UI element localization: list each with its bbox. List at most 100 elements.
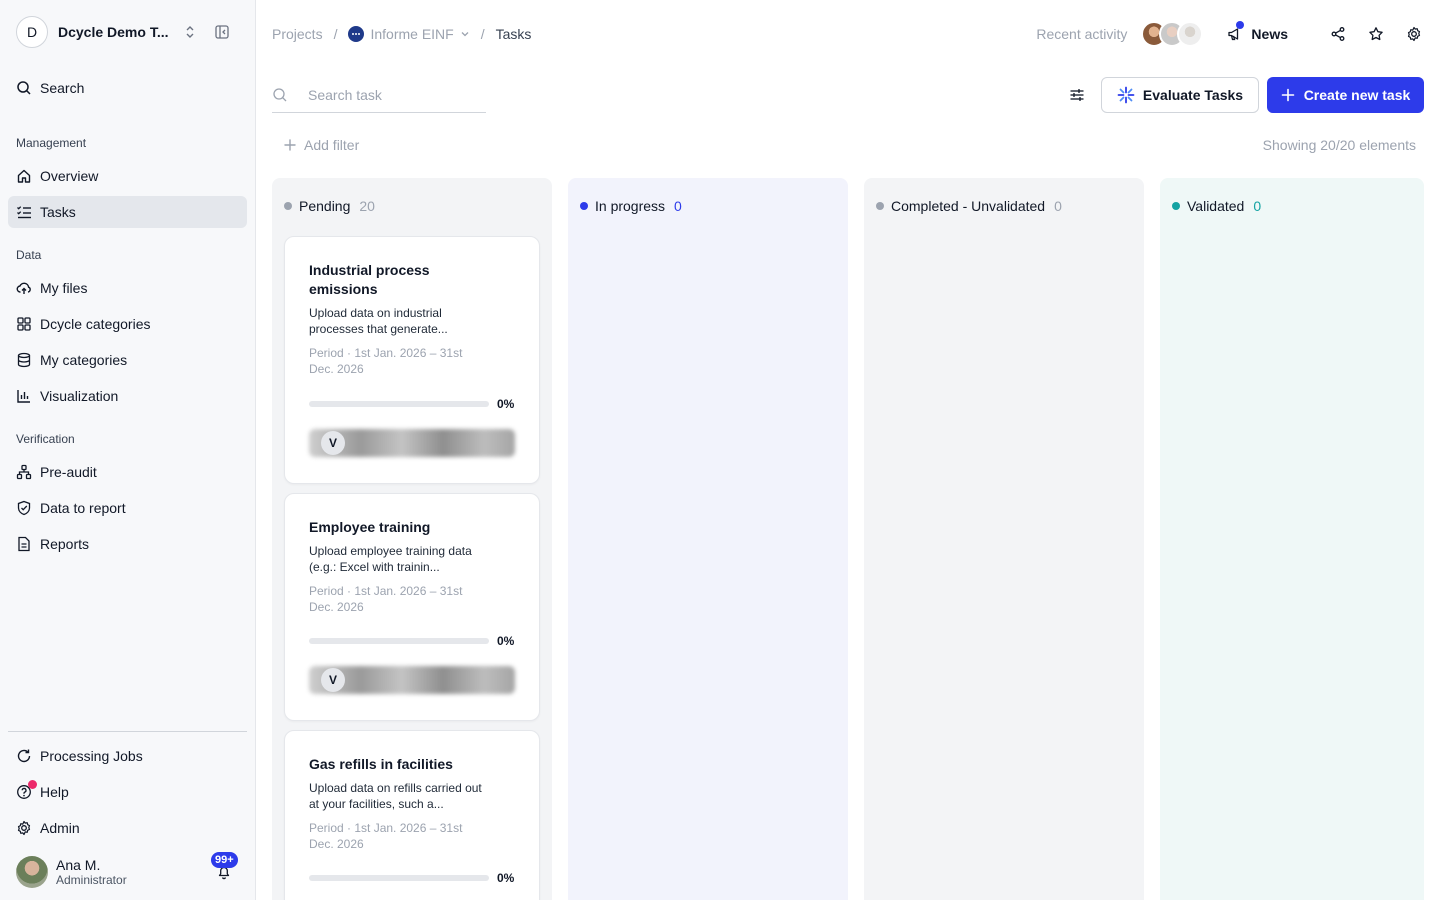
collapse-sidebar-icon[interactable] (214, 24, 230, 40)
progress-percent: 0% (497, 634, 515, 648)
grid-icon (16, 316, 32, 332)
column-header: Completed - Unvalidated 0 (876, 198, 1062, 214)
avatar (1177, 21, 1204, 47)
sidebar-item-visualization[interactable]: Visualization (8, 380, 247, 412)
notification-badge: 99+ (211, 852, 238, 868)
task-progress: 0% (309, 634, 515, 648)
add-filter-label: Add filter (304, 137, 360, 153)
sidebar-item-label: Search (40, 80, 85, 96)
add-filter-button[interactable]: Add filter (284, 136, 359, 154)
bar-chart-icon (16, 388, 32, 404)
shield-check-icon (16, 500, 32, 516)
breadcrumb-projects[interactable]: Projects (272, 26, 323, 42)
column-completed-unvalidated: Completed - Unvalidated 0 (864, 178, 1144, 900)
avatar (16, 856, 48, 888)
search-task (272, 78, 486, 113)
task-card[interactable]: Employee training Upload employee traini… (284, 493, 540, 721)
chevron-up-down-icon[interactable] (182, 24, 198, 40)
status-dot (580, 202, 588, 210)
sidebar-item-label: Dcycle categories (40, 316, 151, 332)
recent-activity-link[interactable]: Recent activity (1036, 26, 1127, 42)
plus-icon (284, 139, 296, 151)
sidebar-item-admin[interactable]: Admin (8, 812, 247, 844)
sidebar-item-reports[interactable]: Reports (8, 528, 247, 560)
column-title: In progress (595, 198, 666, 214)
column-pending: Pending 20 Industrial process emissions … (272, 178, 552, 900)
showing-count: Showing 20/20 elements (1262, 137, 1416, 153)
star-icon[interactable] (1368, 26, 1384, 42)
collaborator-avatars[interactable] (1141, 21, 1204, 47)
search-input[interactable] (308, 87, 478, 103)
evaluate-tasks-button[interactable]: Evaluate Tasks (1101, 77, 1259, 113)
header-actions: Recent activity News (1036, 18, 1422, 50)
column-header: In progress 0 (580, 198, 682, 214)
sidebar: D Dcycle Demo T... Search Management Ove… (0, 0, 256, 900)
cloud-upload-icon (16, 280, 32, 296)
gear-icon[interactable] (1406, 26, 1422, 42)
share-icon[interactable] (1330, 26, 1346, 42)
news-button[interactable]: News (1227, 21, 1288, 42)
column-validated: Validated 0 (1160, 178, 1424, 900)
sidebar-item-label: My files (40, 280, 88, 296)
progress-percent: 0% (497, 871, 515, 885)
assignee-avatar: V (321, 668, 345, 692)
sidebar-item-my-files[interactable]: My files (8, 272, 247, 304)
user-name: Ana M. (56, 856, 101, 873)
sidebar-item-label: Processing Jobs (40, 748, 143, 764)
home-icon (16, 168, 32, 184)
sidebar-divider (8, 731, 247, 732)
sidebar-item-label: Data to report (40, 500, 126, 516)
breadcrumb-separator: / (333, 26, 338, 42)
column-in-progress: In progress 0 (568, 178, 848, 900)
search-icon (272, 87, 288, 103)
column-count: 0 (1054, 198, 1062, 214)
section-label-data: Data (16, 248, 42, 262)
task-period: Period · 1st Jan. 2026 – 31st Dec. 2026 (309, 821, 463, 851)
gear-icon (16, 820, 32, 836)
sidebar-item-label: Reports (40, 536, 90, 552)
sidebar-item-label: Help (40, 784, 69, 800)
sidebar-item-dcycle-categories[interactable]: Dcycle categories (8, 308, 247, 340)
document-icon (16, 536, 32, 552)
sidebar-item-label: Visualization (40, 388, 119, 404)
sidebar-item-label: Pre-audit (40, 464, 97, 480)
status-dot (1172, 202, 1180, 210)
sidebar-item-processing-jobs[interactable]: Processing Jobs (8, 740, 247, 772)
breadcrumb: Projects / Informe EINF / Tasks (272, 24, 531, 44)
sidebar-item-my-categories[interactable]: My categories (8, 344, 247, 376)
create-task-button[interactable]: Create new task (1267, 77, 1424, 113)
sidebar-item-overview[interactable]: Overview (8, 160, 247, 192)
task-progress: 0% (309, 871, 515, 885)
hierarchy-icon (16, 464, 32, 480)
task-card[interactable]: Gas refills in facilities Upload data on… (284, 730, 540, 900)
task-period: Period · 1st Jan. 2026 – 31st Dec. 2026 (309, 584, 463, 614)
sidebar-item-label: My categories (40, 352, 128, 368)
sidebar-item-data-to-report[interactable]: Data to report (8, 492, 247, 524)
section-label-management: Management (16, 136, 87, 150)
column-title: Validated (1187, 198, 1245, 214)
chevron-down-icon[interactable] (460, 29, 470, 39)
user-role: Administrator (56, 872, 127, 887)
sidebar-item-search[interactable]: Search (8, 72, 247, 104)
task-period: Period · 1st Jan. 2026 – 31st Dec. 2026 (309, 346, 463, 376)
task-title: Industrial process emissions (309, 262, 430, 297)
sidebar-item-pre-audit[interactable]: Pre-audit (8, 456, 247, 488)
task-description: Upload data on refills carried out at yo… (309, 781, 482, 811)
news-label: News (1251, 26, 1288, 42)
evaluate-tasks-label: Evaluate Tasks (1142, 87, 1244, 103)
column-count: 20 (359, 198, 375, 214)
progress-track (309, 875, 489, 881)
breadcrumb-project[interactable]: Informe EINF (370, 26, 453, 42)
column-title: Completed - Unvalidated (891, 198, 1046, 214)
sidebar-item-tasks[interactable]: Tasks (8, 196, 247, 228)
plus-icon (1281, 88, 1295, 102)
workspace-switcher[interactable]: D Dcycle Demo T... (16, 16, 240, 48)
task-card[interactable]: Industrial process emissions Upload data… (284, 236, 540, 484)
task-title: Employee training (309, 519, 431, 535)
breadcrumb-current: Tasks (495, 26, 532, 42)
sidebar-item-help[interactable]: Help (8, 776, 247, 808)
sliders-icon[interactable] (1069, 87, 1085, 103)
sparkle-icon (1117, 86, 1135, 104)
help-icon (16, 780, 37, 800)
help-notification-dot (28, 780, 37, 789)
